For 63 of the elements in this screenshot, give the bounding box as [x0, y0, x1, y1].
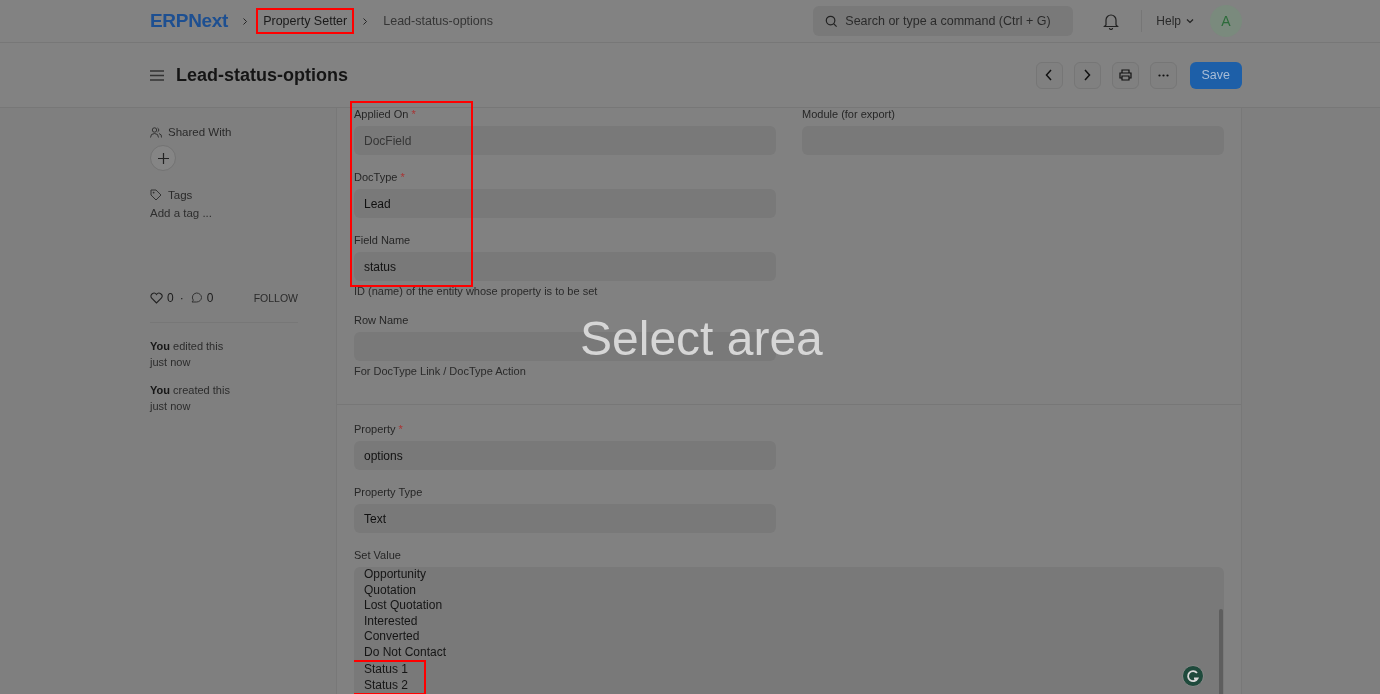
select-area-hint: Select area: [580, 311, 823, 366]
add-share-button[interactable]: [150, 145, 176, 171]
required-mark: *: [400, 171, 405, 183]
print-button[interactable]: [1111, 61, 1139, 89]
tags-label: Tags: [168, 189, 193, 201]
field-label: Module (for export): [802, 108, 896, 120]
help-menu[interactable]: Help: [1156, 14, 1202, 28]
tag-icon: [150, 189, 162, 201]
text-line: Status 1: [364, 662, 410, 678]
separator-dot: ·: [179, 291, 184, 305]
ellipsis-icon: [1157, 73, 1169, 77]
app-logo[interactable]: ERPNext: [150, 10, 229, 32]
heart-icon[interactable]: [150, 292, 163, 304]
input-field[interactable]: status: [354, 252, 776, 281]
page-title: Lead-status-options: [176, 64, 348, 86]
input-field[interactable]: options: [354, 441, 776, 470]
caret-icon: [1186, 18, 1194, 24]
text-line: Opportunity: [364, 567, 428, 583]
required-mark: *: [411, 108, 416, 120]
field-description: For DocType Link / DocType Action: [354, 365, 527, 378]
menu-icon[interactable]: [150, 69, 164, 81]
chevron-left-icon: [1045, 69, 1053, 81]
breadcrumb-link[interactable]: Property Setter: [256, 8, 355, 34]
notification-bell-icon[interactable]: [1103, 12, 1120, 30]
shared-with-label: Shared With: [168, 126, 232, 138]
follow-link[interactable]: FOLLOW: [253, 292, 298, 304]
chevron-right-icon: [362, 16, 369, 26]
like-count: 0: [167, 291, 174, 305]
plus-icon: [157, 152, 169, 164]
required-mark: *: [398, 423, 403, 435]
text-line: Quotation: [364, 582, 418, 598]
add-tag-link[interactable]: Add a tag ...: [150, 207, 212, 219]
text-line: Do Not Contact: [364, 644, 447, 660]
search-icon: [825, 15, 839, 28]
field-label: Row Name: [354, 314, 410, 326]
field-label: Field Name: [354, 234, 412, 246]
printer-icon: [1118, 69, 1132, 81]
text-line: Converted: [364, 629, 421, 645]
field-label: Property Type: [354, 486, 424, 498]
comment-count: 0: [206, 291, 214, 305]
comment-icon: [189, 292, 203, 304]
field-label: Applied On *: [354, 108, 417, 120]
save-button[interactable]: Save: [1189, 61, 1242, 89]
field-description: ID (name) of the entity whose property is to be set: [354, 285, 599, 298]
field-label: Property *: [354, 423, 404, 435]
chevron-right-icon: [242, 16, 249, 26]
activity-entry: You created this just now: [150, 383, 231, 414]
field-label: DocType *: [354, 171, 406, 183]
input-field[interactable]: Lead: [354, 189, 776, 218]
select-field[interactable]: DocField: [354, 126, 776, 155]
text-line: Interested: [364, 613, 419, 629]
chevron-right-icon: [1083, 69, 1091, 81]
next-button[interactable]: [1073, 61, 1101, 89]
text-area[interactable]: Opportunity Quotation Lost Quotation Interested Converted Do Not Contact Status 1 Status 2: [354, 567, 1224, 694]
users-icon: [150, 126, 162, 138]
search-field[interactable]: Search or type a command (Ctrl + G): [813, 6, 1074, 36]
breadcrumb-link[interactable]: Lead-status-options: [376, 8, 501, 34]
activity-entry: You edited this just now: [150, 339, 225, 370]
text-line: Lost Quotation: [364, 598, 444, 614]
text-line: Status 2: [364, 677, 410, 693]
input-field[interactable]: Text: [354, 504, 776, 533]
field-label: Set Value: [354, 549, 402, 561]
previous-button[interactable]: [1035, 61, 1063, 89]
